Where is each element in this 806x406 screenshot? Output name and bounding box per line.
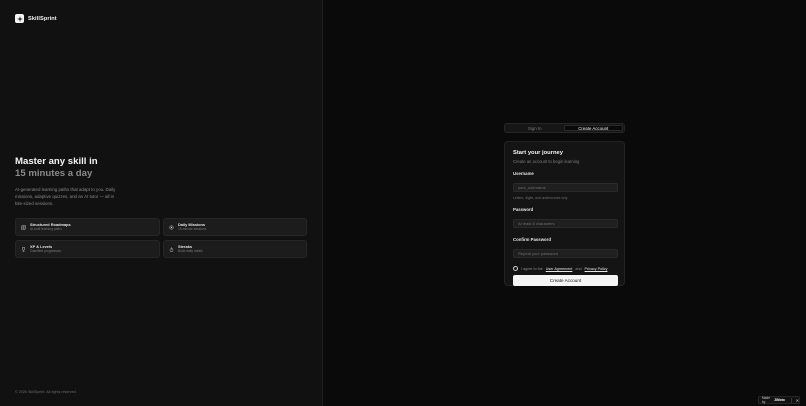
username-hint: Letters, digits, and underscores only (513, 196, 568, 200)
hero-title: Master any skill in 15 minutes a day (15, 156, 315, 180)
privacy-policy-link[interactable]: Privacy Policy (585, 267, 608, 271)
trophy-icon (20, 246, 26, 252)
close-icon[interactable]: ✕ (796, 398, 799, 403)
target-icon (168, 224, 174, 230)
username-label: Username (513, 171, 534, 176)
tab-sign-in[interactable]: Sign In (506, 125, 564, 131)
auth-tabs: Sign In Create Account (504, 123, 625, 133)
feature-card-xp: XP & Levels Gamified progression (15, 240, 160, 258)
left-panel: SkillSprint Master any skill in 15 minut… (0, 0, 323, 406)
create-account-button[interactable]: Create Account (513, 275, 618, 286)
feature-grid: Structured Roadmaps AI-built learning pa… (15, 218, 307, 258)
user-agreement-link[interactable]: User Agreement (546, 267, 573, 271)
flame-icon (168, 246, 174, 252)
hero-title-line2: 15 minutes a day (15, 168, 93, 179)
map-icon (20, 224, 26, 230)
username-input[interactable] (513, 183, 618, 192)
form-title: Start your journey (513, 150, 563, 156)
feature-subtitle: Gamified progression (30, 249, 62, 254)
feature-subtitle: AI-built learning paths (30, 227, 62, 232)
sparkle-icon (15, 14, 24, 23)
feature-subtitle: Build daily habits (178, 249, 203, 254)
agreement-checkbox[interactable] (513, 266, 518, 271)
agreement-prefix: I agree to the (521, 266, 543, 271)
form-subtitle: Create an account to begin learning (513, 159, 580, 164)
hero-title-line1: Master any skill in (15, 156, 98, 167)
made-by-text: Made by (762, 396, 770, 404)
copyright-text: © 2026 SkillSprint. All rights reserved. (15, 390, 77, 394)
feature-card-missions: Daily Missions 15-minute sessions (163, 218, 307, 236)
feature-subtitle: 15-minute sessions (178, 227, 207, 232)
feature-card-streaks: Streaks Build daily habits (163, 240, 307, 258)
hero: Master any skill in 15 minutes a day AI-… (15, 156, 315, 207)
brand-name: SkillSprint (28, 15, 57, 22)
agreement-row: I agree to the User Agreement and Privac… (513, 266, 616, 271)
agreement-and: and (575, 266, 582, 271)
feature-card-roadmaps: Structured Roadmaps AI-built learning pa… (15, 218, 160, 236)
password-input[interactable] (513, 219, 618, 228)
brand[interactable]: SkillSprint (15, 14, 57, 23)
signup-card: Start your journey Create an account to … (504, 141, 625, 286)
confirm-password-input[interactable] (513, 249, 618, 258)
confirm-password-label: Confirm Password (513, 237, 551, 242)
made-by-badge[interactable]: Made by ZiMoto ✕ (758, 396, 800, 404)
tab-create-account[interactable]: Create Account (563, 125, 623, 131)
password-label: Password (513, 207, 534, 212)
badge-divider (790, 397, 792, 403)
made-by-brand: ZiMoto (774, 398, 785, 402)
hero-description: AI-generated learning paths that adapt t… (15, 187, 116, 206)
